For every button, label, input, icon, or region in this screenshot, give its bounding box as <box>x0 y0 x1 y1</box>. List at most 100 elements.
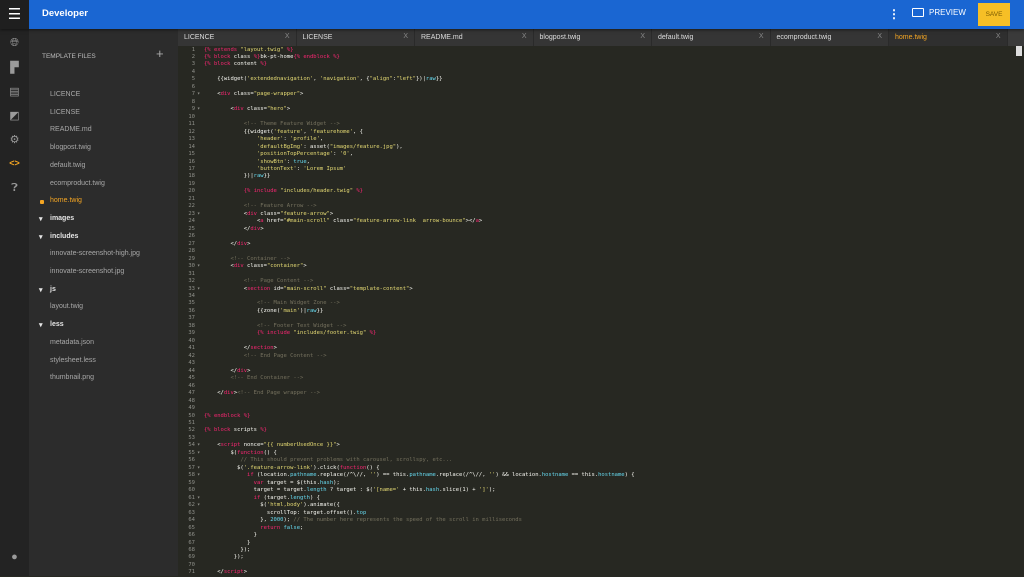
help-icon[interactable]: ❓︎ <box>0 182 29 195</box>
close-tab-icon[interactable]: X <box>403 33 408 40</box>
file-item[interactable]: ecomproduct.twig <box>50 180 105 187</box>
folder-item[interactable]: includes <box>50 233 78 240</box>
file-item[interactable]: LICENCE <box>50 91 80 98</box>
fold-icon[interactable] <box>195 398 204 405</box>
fold-icon[interactable] <box>195 233 204 240</box>
file-item[interactable]: default.twig <box>50 162 85 169</box>
fold-icon[interactable]: ▾ <box>195 495 204 502</box>
fold-icon[interactable] <box>195 413 204 420</box>
tab-blogpost-twig[interactable]: blogpost.twigX <box>534 29 653 46</box>
file-item[interactable]: metadata.json <box>50 339 94 346</box>
fold-icon[interactable]: ▾ <box>195 286 204 293</box>
scrollbar[interactable] <box>1016 46 1022 56</box>
fold-icon[interactable] <box>195 480 204 487</box>
analytics-icon[interactable]: ◩ <box>0 109 29 122</box>
tab-licence[interactable]: LICENCEX <box>178 29 297 46</box>
fold-icon[interactable]: ▾ <box>195 91 204 98</box>
fold-icon[interactable] <box>195 47 204 54</box>
account-icon[interactable]: ● <box>0 551 29 563</box>
fold-icon[interactable] <box>195 129 204 136</box>
fold-icon[interactable]: ▾ <box>195 450 204 457</box>
fold-icon[interactable] <box>195 121 204 128</box>
menu-icon[interactable]: ☰ <box>0 0 29 29</box>
fold-icon[interactable] <box>195 61 204 68</box>
fold-icon[interactable] <box>195 308 204 315</box>
fold-icon[interactable] <box>195 114 204 121</box>
fold-icon[interactable]: ▾ <box>195 211 204 218</box>
fold-icon[interactable]: ▾ <box>195 106 204 113</box>
fold-icon[interactable] <box>195 76 204 83</box>
fold-icon[interactable] <box>195 390 204 397</box>
add-file-icon[interactable]: + <box>156 46 164 61</box>
fold-icon[interactable] <box>195 383 204 390</box>
fold-icon[interactable] <box>195 54 204 61</box>
fold-icon[interactable] <box>195 315 204 322</box>
fold-icon[interactable] <box>195 427 204 434</box>
file-item[interactable]: blogpost.twig <box>50 144 91 151</box>
fold-icon[interactable] <box>195 136 204 143</box>
fold-icon[interactable] <box>195 151 204 158</box>
fold-icon[interactable] <box>195 181 204 188</box>
fold-icon[interactable]: ▾ <box>195 472 204 479</box>
fold-icon[interactable] <box>195 510 204 517</box>
save-button[interactable]: SAVE <box>978 3 1010 26</box>
close-tab-icon[interactable]: X <box>877 33 882 40</box>
folder-item[interactable]: js <box>50 286 56 293</box>
close-tab-icon[interactable]: X <box>759 33 764 40</box>
folder-item[interactable]: images <box>50 215 74 222</box>
fold-icon[interactable] <box>195 353 204 360</box>
fold-icon[interactable] <box>195 188 204 195</box>
tab-ecomproduct-twig[interactable]: ecomproduct.twigX <box>771 29 890 46</box>
fold-icon[interactable] <box>195 241 204 248</box>
fold-icon[interactable] <box>195 166 204 173</box>
fold-icon[interactable] <box>195 99 204 106</box>
fold-icon[interactable]: ▾ <box>195 465 204 472</box>
gear-icon[interactable]: ⚙ <box>0 133 29 146</box>
fold-icon[interactable] <box>195 196 204 203</box>
fold-icon[interactable] <box>195 218 204 225</box>
file-item[interactable]: LICENSE <box>50 109 80 116</box>
fold-icon[interactable] <box>195 547 204 554</box>
tab-readme-md[interactable]: README.mdX <box>415 29 534 46</box>
close-tab-icon[interactable]: X <box>285 33 290 40</box>
fold-icon[interactable] <box>195 338 204 345</box>
fold-icon[interactable] <box>195 69 204 76</box>
folder-item[interactable]: less <box>50 321 64 328</box>
tab-home-twig[interactable]: home.twigX <box>889 29 1008 46</box>
store-icon[interactable]: ▤ <box>0 85 29 98</box>
more-options-icon[interactable]: ⋮ <box>888 7 900 21</box>
fold-icon[interactable]: ▾ <box>195 502 204 509</box>
fold-icon[interactable] <box>195 84 204 91</box>
file-item[interactable]: innovate-screenshot-high.jpg <box>50 250 140 257</box>
file-item[interactable]: layout.twig <box>50 303 83 310</box>
code-editor[interactable]: 1 {% extends "layout.twig" %}2 {% block … <box>178 46 1024 576</box>
fold-icon[interactable] <box>195 256 204 263</box>
fold-icon[interactable] <box>195 278 204 285</box>
fold-icon[interactable] <box>195 293 204 300</box>
fold-icon[interactable] <box>195 517 204 524</box>
fold-icon[interactable] <box>195 457 204 464</box>
fold-icon[interactable] <box>195 330 204 337</box>
fold-icon[interactable] <box>195 173 204 180</box>
file-item[interactable]: innovate-screenshot.jpg <box>50 268 124 275</box>
fold-icon[interactable] <box>195 360 204 367</box>
tab-license[interactable]: LICENSEX <box>297 29 416 46</box>
fold-icon[interactable] <box>195 375 204 382</box>
file-item[interactable]: stylesheet.less <box>50 357 96 364</box>
close-tab-icon[interactable]: X <box>640 33 645 40</box>
fold-icon[interactable] <box>195 532 204 539</box>
fold-icon[interactable] <box>195 226 204 233</box>
file-item[interactable]: home.twig <box>50 197 82 204</box>
fold-icon[interactable] <box>195 144 204 151</box>
preview-button[interactable]: PREVIEW <box>912 8 966 17</box>
fold-icon[interactable] <box>195 368 204 375</box>
fold-icon[interactable] <box>195 435 204 442</box>
file-item[interactable]: thumbnail.png <box>50 374 94 381</box>
fold-icon[interactable] <box>195 271 204 278</box>
close-tab-icon[interactable]: X <box>996 33 1001 40</box>
fold-icon[interactable] <box>195 203 204 210</box>
file-item[interactable]: README.md <box>50 126 92 133</box>
globe-icon[interactable]: 🌐︎ <box>0 37 29 50</box>
fold-icon[interactable] <box>195 345 204 352</box>
fold-icon[interactable] <box>195 159 204 166</box>
